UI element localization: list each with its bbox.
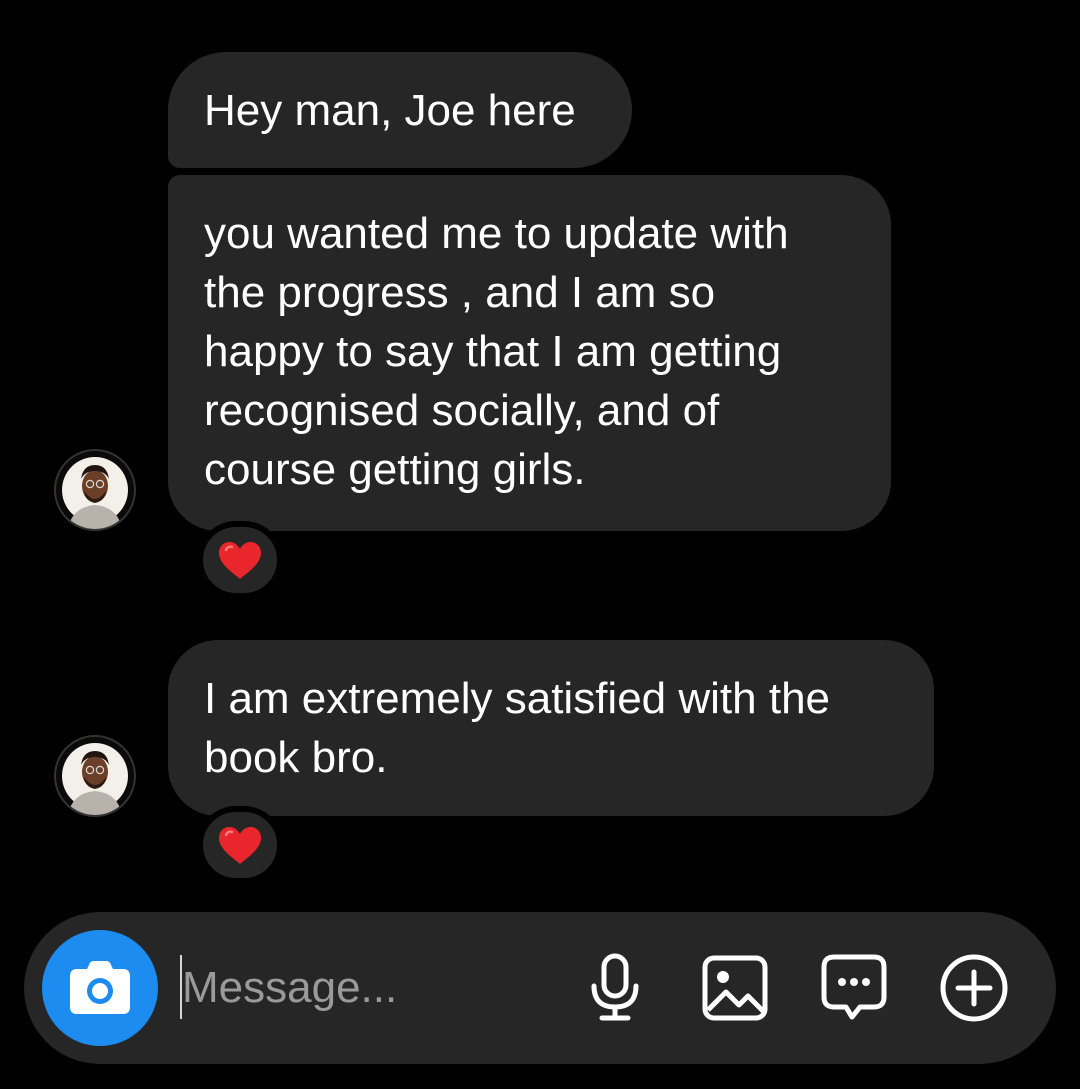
avatar-image: [62, 457, 128, 529]
message-text: you wanted me to update with the progres…: [204, 209, 789, 494]
heart-reaction[interactable]: [197, 521, 283, 599]
heart-reaction[interactable]: [197, 806, 283, 884]
message-bubble[interactable]: you wanted me to update with the progres…: [168, 175, 891, 531]
message-composer: [24, 912, 1056, 1064]
red-heart-icon: [219, 542, 261, 579]
red-heart-icon: [219, 827, 261, 864]
microphone-icon: [591, 953, 639, 1021]
gallery-icon: [702, 955, 768, 1021]
camera-icon: [70, 961, 130, 1014]
sticker-chat-icon: [821, 954, 887, 1020]
message-input[interactable]: [180, 956, 572, 1020]
more-options-button[interactable]: [938, 952, 1010, 1024]
plus-circle-icon: [940, 954, 1008, 1022]
avatar-image: [62, 743, 128, 815]
message-bubble[interactable]: I am extremely satisfied with the book b…: [168, 640, 934, 816]
camera-button[interactable]: [42, 930, 158, 1046]
sender-avatar[interactable]: [54, 449, 136, 531]
sender-avatar[interactable]: [54, 735, 136, 817]
gallery-button[interactable]: [699, 952, 771, 1024]
message-text: I am extremely satisfied with the book b…: [204, 674, 831, 782]
sticker-button[interactable]: [818, 952, 890, 1024]
microphone-button[interactable]: [579, 952, 651, 1024]
message-bubble[interactable]: Hey man, Joe here: [168, 52, 632, 168]
message-text: Hey man, Joe here: [204, 86, 576, 135]
